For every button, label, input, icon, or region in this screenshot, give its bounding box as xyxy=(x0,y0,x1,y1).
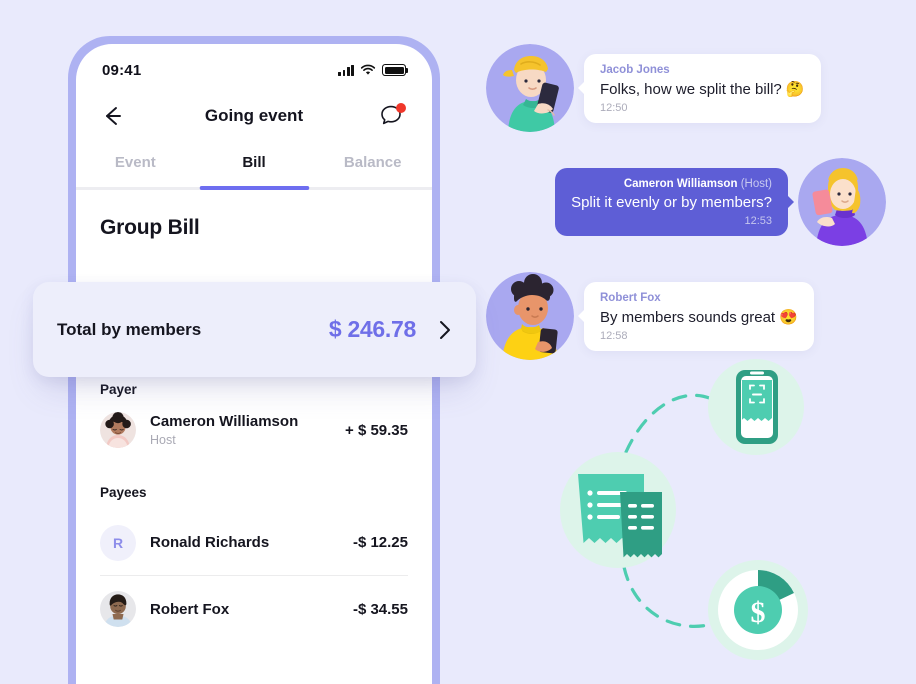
chat-message: Jacob Jones Folks, how we split the bill… xyxy=(486,44,886,132)
status-bar-time: 09:41 xyxy=(102,61,142,79)
total-amount: $ 246.78 xyxy=(328,316,416,342)
screenshot-root: 09:41 Going event Event Bill Balance Gro… xyxy=(0,0,916,684)
row-text-group: Ronald Richards xyxy=(150,534,269,551)
bill-content: Group Bill Payer Cameron Williamson Host… xyxy=(76,190,432,642)
chevron-right-icon[interactable] xyxy=(438,319,452,341)
tab-bar: Event Bill Balance xyxy=(76,144,432,190)
notification-dot xyxy=(396,103,406,113)
table-row[interactable]: Cameron Williamson Host + $ 59.35 xyxy=(100,397,408,463)
avatar xyxy=(100,591,136,627)
total-by-members-card[interactable]: Total by members $ 246.78 xyxy=(33,282,476,377)
chat-time: 12:50 xyxy=(600,101,628,114)
back-arrow-icon[interactable] xyxy=(100,103,126,129)
member-name: Robert Fox xyxy=(150,600,230,618)
chat-time: 12:53 xyxy=(744,215,772,227)
status-bar: 09:41 xyxy=(76,44,432,88)
wifi-icon xyxy=(360,64,376,75)
chat-sender: Cameron Williamson (Host) xyxy=(571,178,772,190)
section-label-payees: Payees xyxy=(100,485,147,500)
chat-thread: Jacob Jones Folks, how we split the bill… xyxy=(486,44,886,376)
member-name: Cameron Williamson xyxy=(150,413,299,430)
avatar: R xyxy=(100,524,136,561)
phone-scan-receipt-icon xyxy=(708,359,804,455)
chat-message: Robert Fox By members sounds great 😍 12:… xyxy=(486,272,886,360)
section-label-payer: Payer xyxy=(100,382,137,397)
tab-active-indicator xyxy=(199,186,309,190)
dollar-pie-chart-icon: $ xyxy=(708,560,808,660)
chat-sender: Jacob Jones xyxy=(600,63,670,76)
chat-message: Cameron Williamson (Host) Split it evenl… xyxy=(486,158,886,246)
app-navbar: Going event xyxy=(76,88,432,144)
cellular-signal-icon xyxy=(338,64,354,76)
member-amount: -$ 34.55 xyxy=(352,600,408,618)
total-label: Total by members xyxy=(57,319,202,339)
tab-event[interactable]: Event xyxy=(76,144,195,190)
member-amount: -$ 12.25 xyxy=(352,534,408,551)
avatar xyxy=(798,158,886,246)
avatar xyxy=(100,412,136,448)
row-text-group: Cameron Williamson Host xyxy=(150,413,298,447)
member-name: Ronald Richards xyxy=(150,534,270,551)
chat-time: 12:58 xyxy=(600,329,628,342)
table-row[interactable]: Robert Fox -$ 34.55 xyxy=(100,576,408,642)
chat-bubble: Robert Fox By members sounds great 😍 12:… xyxy=(578,281,814,351)
chat-sender-name: Cameron Williamson xyxy=(623,178,738,190)
table-row[interactable]: R Ronald Richards -$ 12.25 xyxy=(100,510,408,576)
receipts-icon xyxy=(560,452,676,568)
chat-bubble: Cameron Williamson (Host) Split it evenl… xyxy=(555,168,794,236)
avatar xyxy=(486,44,574,132)
row-text-group: Robert Fox xyxy=(150,601,229,618)
chat-bubble: Jacob Jones Folks, how we split the bill… xyxy=(578,53,821,123)
chat-text: Split it evenly or by members? xyxy=(571,194,772,211)
section-heading-group-bill: Group Bill xyxy=(100,216,200,239)
chat-text: By members sounds great 😍 xyxy=(600,308,798,326)
battery-full-icon xyxy=(382,64,409,76)
chat-sender-host-tag: (Host) xyxy=(740,178,772,190)
feature-graphic-cluster: $ xyxy=(556,352,846,672)
status-bar-icons xyxy=(338,64,409,76)
member-amount: + $ 59.35 xyxy=(345,421,408,439)
chat-bubble-icon[interactable] xyxy=(378,101,408,131)
tab-balance[interactable]: Balance xyxy=(313,144,432,190)
avatar xyxy=(486,272,574,360)
tab-bill[interactable]: Bill xyxy=(195,144,314,190)
svg-text:$: $ xyxy=(751,596,766,629)
chat-text: Folks, how we split the bill? 🤔 xyxy=(600,80,805,98)
chat-sender: Robert Fox xyxy=(600,291,661,304)
member-role: Host xyxy=(150,433,176,447)
